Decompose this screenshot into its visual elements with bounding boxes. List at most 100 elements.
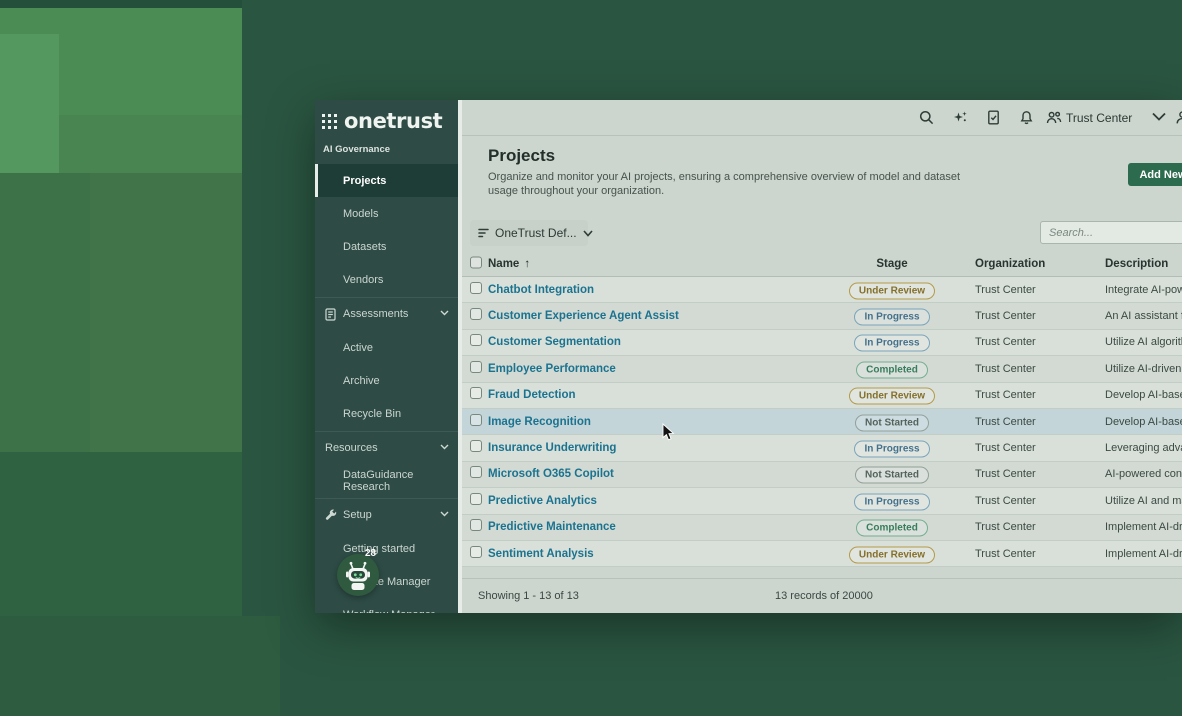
sidebar-item-projects[interactable]: Projects — [315, 164, 458, 197]
table-row[interactable]: Predictive MaintenanceCompletedTrust Cen… — [462, 515, 1182, 541]
project-name-link[interactable]: Microsoft O365 Copilot — [488, 468, 614, 480]
row-checkbox[interactable] — [470, 466, 482, 478]
row-checkbox[interactable] — [470, 282, 482, 294]
sort-ascending-icon: ↑ — [524, 258, 530, 270]
sidebar-item-label: Resources — [325, 442, 378, 454]
project-name-link[interactable]: Fraud Detection — [488, 389, 576, 401]
add-new-button[interactable]: Add New — [1128, 163, 1182, 186]
sidebar-section-label: AI Governance — [323, 144, 390, 155]
description-cell: Implement AI-driven — [1105, 548, 1182, 560]
description-cell: Integrate AI-powered chatbots — [1105, 284, 1182, 296]
sidebar-item-active[interactable]: Active — [315, 331, 458, 364]
table-row[interactable]: Fraud DetectionUnder ReviewTrust CenterD… — [462, 383, 1182, 409]
assistant-badge: 28 — [365, 548, 376, 559]
ai-sparkles-icon[interactable] — [953, 110, 968, 125]
assessments-icon — [325, 308, 337, 321]
table-row[interactable]: Predictive AnalyticsIn ProgressTrust Cen… — [462, 488, 1182, 514]
organization-cell: Trust Center — [975, 548, 1036, 560]
row-checkbox[interactable] — [470, 440, 482, 452]
description-cell: Utilize AI-driven analytics — [1105, 363, 1182, 375]
row-checkbox[interactable] — [470, 387, 482, 399]
table-row[interactable]: Sentiment AnalysisUnder ReviewTrust Cent… — [462, 541, 1182, 567]
stage-badge: Completed — [856, 361, 928, 378]
row-checkbox[interactable] — [470, 546, 482, 558]
column-header-stage[interactable]: Stage — [842, 258, 942, 270]
bg-block — [0, 34, 59, 173]
sidebar-item-dataguidance-research[interactable]: DataGuidance Research — [315, 465, 458, 498]
project-name-link[interactable]: Employee Performance — [488, 363, 616, 375]
sidebar-item-label: Recycle Bin — [343, 408, 401, 420]
row-checkbox[interactable] — [470, 519, 482, 531]
assistant-button[interactable]: 28 — [337, 548, 385, 596]
organization-cell: Trust Center — [975, 310, 1036, 322]
organization-cell: Trust Center — [975, 336, 1036, 348]
bg-block — [90, 173, 242, 452]
wrench-icon — [325, 509, 337, 521]
account-switcher-label[interactable]: Trust Center — [1066, 111, 1132, 125]
sidebar-item-archive[interactable]: Archive — [315, 364, 458, 397]
project-name-link[interactable]: Predictive Maintenance — [488, 521, 616, 533]
description-cell: Implement AI-driven — [1105, 521, 1182, 533]
sidebar-item-label: DataGuidance Research — [343, 469, 458, 493]
project-name-link[interactable]: Insurance Underwriting — [488, 442, 616, 454]
sidebar-item-workflow-manager[interactable]: Workflow Manager — [315, 598, 458, 613]
table-row[interactable]: Insurance Underwriting In Progress Trust C… — [462, 435, 1182, 461]
table-row[interactable]: Chatbot IntegrationUnder ReviewTrust Cen… — [462, 277, 1182, 303]
project-name-link[interactable]: Customer Experience Agent Assist — [488, 310, 679, 322]
row-checkbox[interactable] — [470, 493, 482, 505]
stage-badge: In Progress — [854, 441, 929, 458]
table-row[interactable]: Image RecognitionNot StartedTrust Center… — [462, 409, 1182, 435]
select-all-checkbox[interactable] — [470, 257, 482, 269]
column-header-name[interactable]: Name↑ — [488, 258, 530, 270]
sidebar-item-datasets[interactable]: Datasets — [315, 230, 458, 263]
org-people-icon[interactable] — [1046, 110, 1062, 125]
sidebar-nav: ProjectsModels Datasets Vendors Assessments… — [315, 164, 458, 613]
table-row[interactable]: Customer Segmentation In Progress Trust Ce… — [462, 330, 1182, 356]
main-content: Trust Center Projects Organize and monit… — [462, 100, 1182, 613]
project-name-link[interactable]: Sentiment Analysis — [488, 548, 594, 560]
description-cell: Develop AI-based fraud — [1105, 389, 1182, 401]
column-header-description[interactable]: Description — [1105, 258, 1168, 270]
profile-icon[interactable] — [1175, 110, 1182, 125]
stage-badge: In Progress — [854, 335, 929, 352]
sidebar: onetrust AI Governance ProjectsModelsDat… — [315, 100, 458, 613]
bg-block — [0, 0, 242, 8]
search-input[interactable] — [1040, 221, 1182, 244]
search-icon[interactable] — [919, 110, 934, 125]
bg-block — [0, 452, 242, 616]
sidebar-item-resources[interactable]: Resources — [315, 432, 458, 465]
app-launcher-icon[interactable] — [322, 114, 337, 129]
project-name-link[interactable]: Predictive Analytics — [488, 495, 597, 507]
project-name-link[interactable]: Customer Segmentation — [488, 336, 621, 348]
notifications-bell-icon[interactable] — [1019, 110, 1034, 125]
document-check-icon[interactable] — [986, 110, 1001, 125]
sidebar-item-label: Datasets — [343, 241, 386, 253]
organization-cell: Trust Center — [975, 389, 1036, 401]
sidebar-item-setup[interactable]: Setup — [315, 499, 458, 532]
sidebar-item-models[interactable]: Models — [315, 197, 458, 230]
sidebar-item-assessments[interactable]: Assessments — [315, 298, 458, 331]
sidebar-item-recycle-bin[interactable]: Recycle Bin — [315, 397, 458, 430]
row-checkbox[interactable] — [470, 334, 482, 346]
view-selector[interactable]: OneTrust Def... — [470, 220, 588, 246]
row-checkbox[interactable] — [470, 414, 482, 426]
table-row[interactable]: Employee PerformanceCompletedTrust Cente… — [462, 356, 1182, 382]
organization-cell: Trust Center — [975, 284, 1036, 296]
app-window: onetrust AI Governance ProjectsModelsDat… — [315, 100, 1182, 613]
table-row[interactable]: Customer Experience Agent AssistIn Progr… — [462, 303, 1182, 329]
row-checkbox[interactable] — [470, 308, 482, 320]
sidebar-item-vendors[interactable]: Vendors — [315, 264, 458, 297]
row-checkbox[interactable] — [470, 361, 482, 373]
sidebar-item-label: Active — [343, 342, 373, 354]
sidebar-item-label: Assessments — [343, 308, 408, 320]
organization-cell: Trust Center — [975, 442, 1036, 454]
column-header-organization[interactable]: Organization — [975, 258, 1045, 270]
robot-icon — [337, 554, 379, 596]
table-row[interactable]: Microsoft O365 CopilotNot StartedTrust C… — [462, 462, 1182, 488]
project-name-link[interactable]: Image Recognition — [488, 416, 591, 428]
chevron-down-icon[interactable] — [1152, 112, 1166, 121]
topbar: Trust Center — [462, 100, 1182, 136]
project-name-link[interactable]: Chatbot Integration — [488, 284, 594, 296]
stage-badge: In Progress — [854, 493, 929, 510]
chevron-down-icon — [440, 444, 449, 450]
